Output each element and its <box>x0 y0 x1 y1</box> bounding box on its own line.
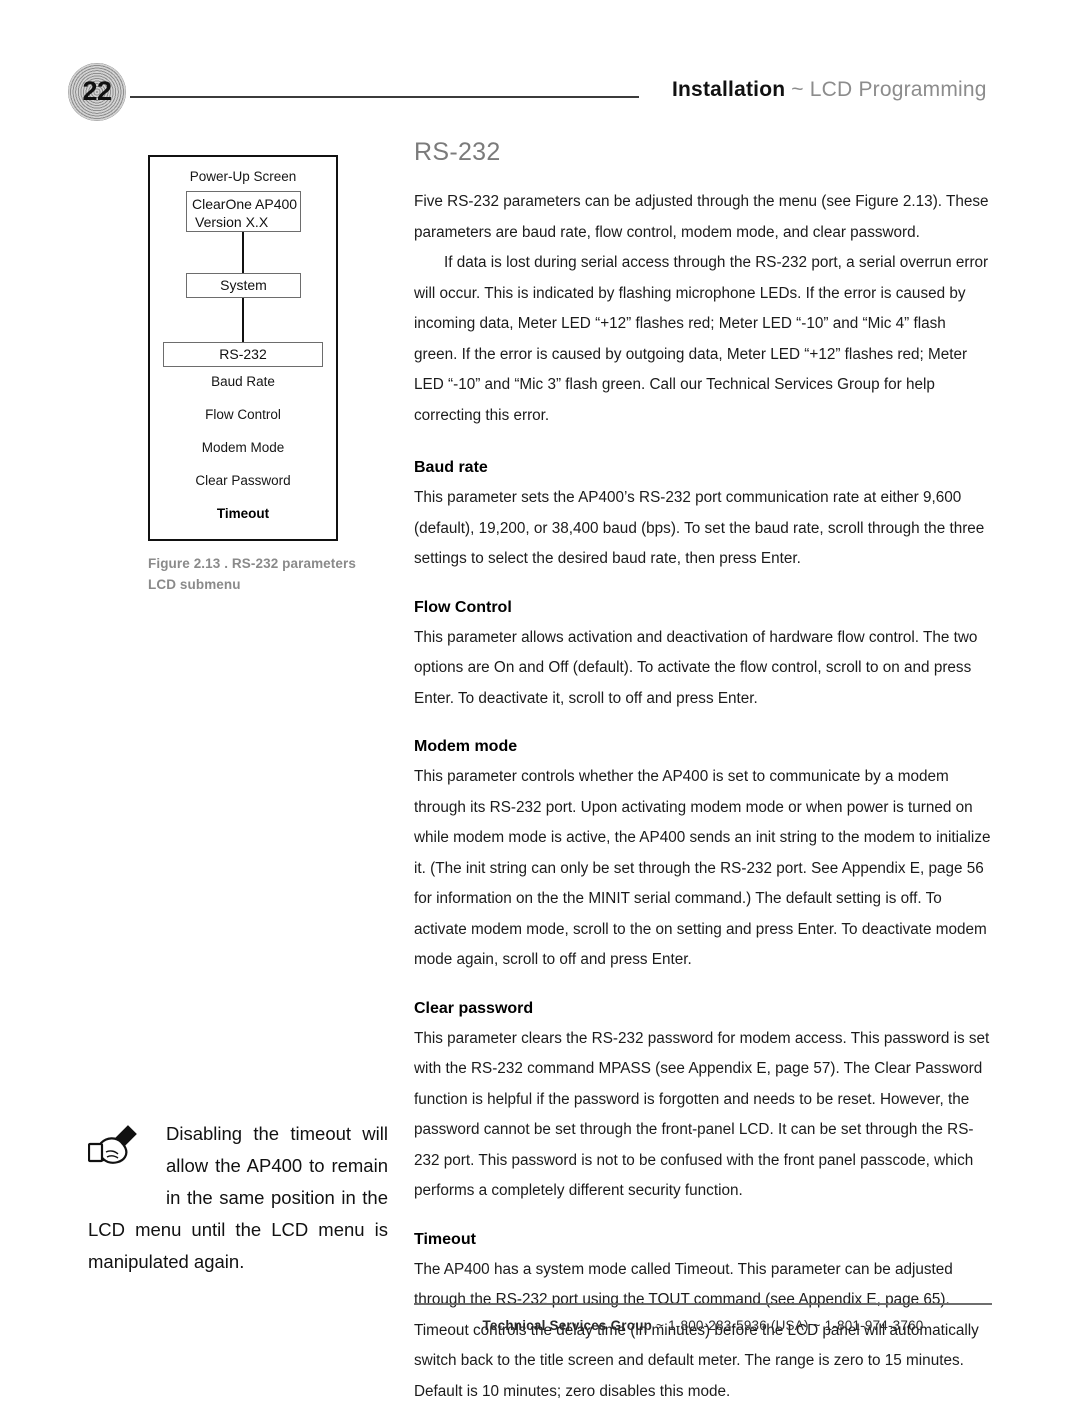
footer-group-name: Technical Services Group <box>482 1318 652 1333</box>
page-header: 22 Installation ~ LCD Programming <box>0 0 1080 130</box>
intro-paragraph: Five RS-232 parameters can be adjusted t… <box>414 187 992 248</box>
figure-block: Power-Up Screen ClearOne AP400 Version X… <box>148 155 338 541</box>
page-number-badge: 22 <box>68 63 126 121</box>
page-number: 22 <box>82 78 111 107</box>
diagram-connector-system-rs232 <box>242 298 244 342</box>
section-heading-baud-rate: Baud rate <box>414 457 992 479</box>
diagram-node-powerup-line1: ClearOne AP400 <box>192 195 300 213</box>
footer: Technical Services Group ~ 1-800-283-593… <box>414 1318 992 1333</box>
section-heading-clear-password: Clear password <box>414 998 992 1020</box>
note-callout: Disabling the timeout will allow the AP4… <box>88 1118 388 1278</box>
diagram-node-system: System <box>186 273 301 298</box>
diagram-label-power-up-screen: Power-Up Screen <box>150 169 336 184</box>
diagram-submenu-item-modem-mode: Modem Mode <box>150 440 336 455</box>
diagram-submenu-item-baud-rate: Baud Rate <box>150 374 336 389</box>
figure-diagram-box: Power-Up Screen ClearOne AP400 Version X… <box>148 155 338 541</box>
footer-contact: ~ 1-800-283-5936 (USA) ~ 1-801-974-3760 <box>656 1318 923 1333</box>
diagram-node-rs232: RS-232 <box>163 342 323 367</box>
header-title-section: Installation <box>672 78 785 101</box>
page-title: RS-232 <box>414 140 992 165</box>
diagram-node-powerup-line2: Version X.X <box>192 213 300 231</box>
note-text-wrapper: Disabling the timeout will allow the AP4… <box>88 1118 388 1278</box>
figure-caption-line2: LCD submenu <box>148 574 408 595</box>
section-heading-modem-mode: Modem mode <box>414 736 992 758</box>
diagram-submenu-item-flow-control: Flow Control <box>150 407 336 422</box>
section-body-modem-mode: This parameter controls whether the AP40… <box>414 762 992 976</box>
section-body-flow-control: This parameter allows activation and dea… <box>414 623 992 715</box>
diagram-submenu-item-clear-password: Clear Password <box>150 473 336 488</box>
figure-caption-line1: Figure 2.13 . RS-232 parameters <box>148 553 408 574</box>
diagram-connector-powerup-system <box>242 232 244 273</box>
section-body-clear-password: This parameter clears the RS-232 passwor… <box>414 1024 992 1207</box>
main-content-column: RS-232 Five RS-232 parameters can be adj… <box>414 140 992 1407</box>
header-title-subsection: ~ LCD Programming <box>791 78 986 101</box>
error-paragraph: If data is lost during serial access thr… <box>414 248 992 431</box>
figure-caption: Figure 2.13 . RS-232 parameters LCD subm… <box>148 553 408 595</box>
header-divider-rule <box>130 96 639 98</box>
section-heading-flow-control: Flow Control <box>414 597 992 619</box>
diagram-submenu-item-timeout: Timeout <box>150 506 336 521</box>
section-body-baud-rate: This parameter sets the AP400’s RS-232 p… <box>414 483 992 575</box>
footer-divider-rule <box>414 1303 992 1305</box>
section-heading-timeout: Timeout <box>414 1229 992 1251</box>
writing-hand-icon <box>88 1118 166 1214</box>
header-title: Installation ~ LCD Programming <box>672 78 987 102</box>
diagram-node-powerup-screen: ClearOne AP400 Version X.X <box>186 191 301 232</box>
